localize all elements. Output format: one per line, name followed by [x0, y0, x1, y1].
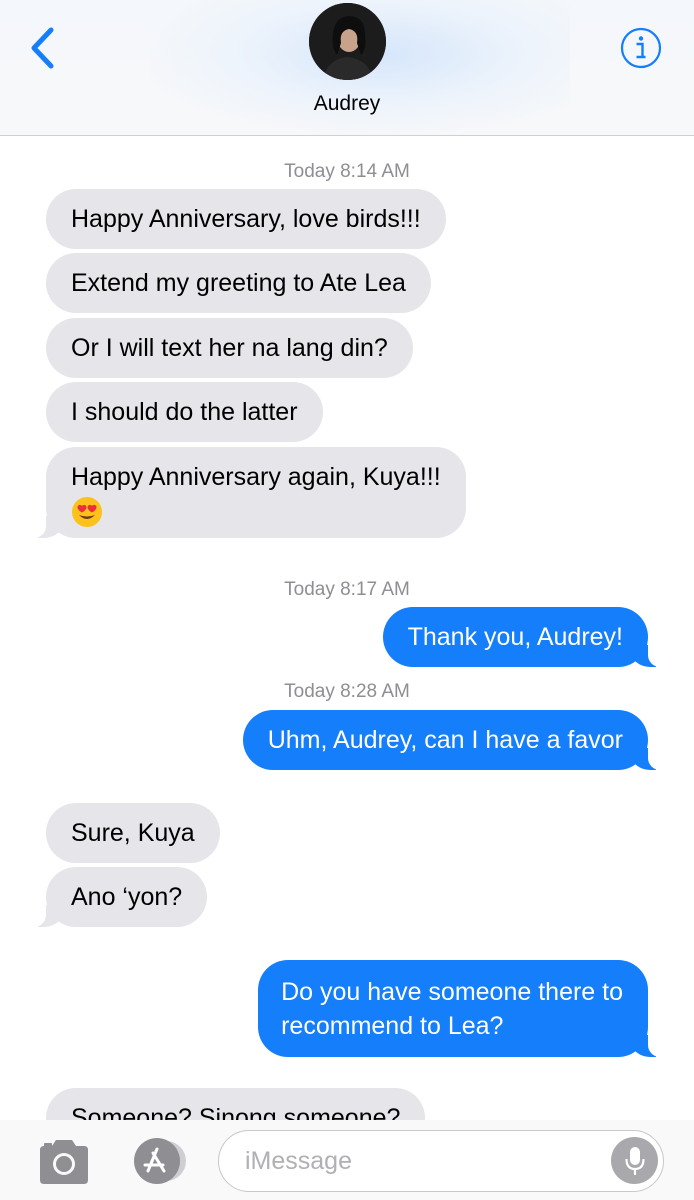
message-text: recommend to Lea? [281, 1012, 504, 1040]
back-button[interactable] [22, 24, 62, 72]
contact-name[interactable]: Audrey [0, 92, 694, 116]
conversation-header: Audrey [0, 0, 694, 136]
outgoing-message[interactable]: Uhm, Audrey, can I have a favor [242, 710, 663, 770]
camera-button[interactable] [36, 1138, 92, 1186]
outgoing-message[interactable]: Thank you, Audrey! [382, 607, 663, 667]
dictation-button[interactable] [611, 1137, 658, 1184]
incoming-message[interactable]: Happy Anniversary, love birds!!! [46, 189, 446, 249]
message-text: Ano ‘yon? [71, 883, 183, 911]
app-store-icon [134, 1138, 186, 1184]
contact-avatar[interactable] [309, 3, 386, 80]
message-text: Someone? Sinong someone? [71, 1104, 401, 1120]
incoming-message[interactable]: Or I will text her na lang din? [46, 318, 413, 378]
avatar-photo [309, 3, 386, 80]
message-text: I should do the latter [71, 398, 298, 426]
message-text: Extend my greeting to Ate Lea [71, 269, 406, 297]
incoming-message[interactable]: Sure, Kuya [46, 803, 220, 863]
timestamp: Today 8:14 AM [284, 161, 410, 182]
incoming-message[interactable]: Someone? Sinong someone? [46, 1088, 426, 1120]
message-text: Uhm, Audrey, can I have a favor [267, 726, 623, 754]
app-store-button[interactable] [126, 1137, 188, 1185]
info-icon [620, 27, 662, 69]
message-text: Or I will text her na lang din? [71, 334, 388, 362]
message-input-field[interactable] [218, 1130, 664, 1192]
incoming-message[interactable]: Happy Anniversary again, Kuya!!! [32, 447, 466, 538]
outgoing-message[interactable]: Do you have someone there to recommend t… [258, 960, 662, 1057]
back-chevron-icon [31, 27, 54, 69]
info-button[interactable] [619, 26, 663, 70]
message-text: Thank you, Audrey! [407, 623, 623, 651]
timestamp: Today 8:17 AM [284, 579, 410, 600]
message-text: Happy Anniversary again, Kuya!!! [71, 463, 441, 491]
compose-bar [0, 1120, 694, 1200]
incoming-message[interactable]: I should do the latter [46, 382, 323, 442]
incoming-message[interactable]: Extend my greeting to Ate Lea [46, 253, 431, 313]
microphone-icon [624, 1146, 645, 1175]
message-list[interactable]: Today 8:14 AM Happy Anniversary, love bi… [0, 136, 694, 1120]
camera-icon [40, 1140, 88, 1184]
message-text: Sure, Kuya [71, 819, 195, 847]
message-text: Do you have someone there to [281, 978, 623, 1006]
incoming-message[interactable]: Ano ‘yon? [31, 867, 208, 927]
message-text: Happy Anniversary, love birds!!! [71, 205, 421, 233]
message-input[interactable] [245, 1141, 605, 1181]
timestamp: Today 8:28 AM [284, 681, 410, 702]
heart-eyes-emoji-icon [72, 497, 102, 528]
